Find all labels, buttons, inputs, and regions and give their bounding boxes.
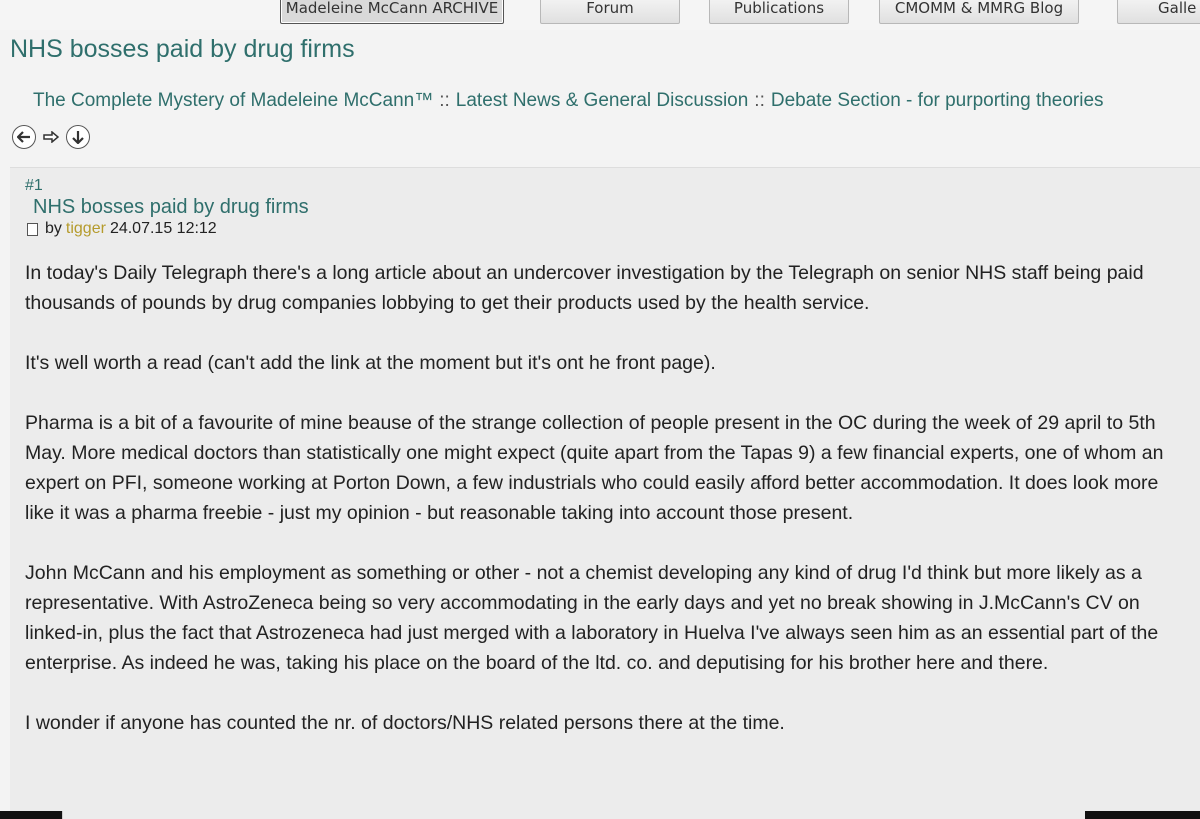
post-paragraph: I wonder if anyone has counted the nr. o… xyxy=(25,712,785,734)
post-number-link[interactable]: #1 xyxy=(25,177,43,195)
nav-forum-button[interactable]: Forum xyxy=(540,0,680,24)
bottom-bar-middle xyxy=(62,811,1086,819)
arrow-left-icon[interactable] xyxy=(12,125,36,149)
nav-archive-button[interactable]: Madeleine McCann ARCHIVE xyxy=(280,0,504,24)
post-date: 24.07.15 12:12 xyxy=(109,220,217,237)
bottom-bar-left xyxy=(0,811,62,819)
breadcrumb-forum-link[interactable]: The Complete Mystery of Madeleine McCann… xyxy=(33,90,433,111)
page-title: NHS bosses paid by drug firms xyxy=(10,35,355,63)
breadcrumb-separator: :: xyxy=(754,90,765,111)
post-by-label: by xyxy=(45,220,62,237)
post-body: In today's Daily Telegraph there's a lon… xyxy=(25,258,1175,768)
post-paragraph: It's well worth a read (can't add the li… xyxy=(25,352,716,374)
post-author-link[interactable]: tigger xyxy=(66,220,106,238)
post-title[interactable]: NHS bosses paid by drug firms xyxy=(33,196,309,219)
breadcrumb: The Complete Mystery of Madeleine McCann… xyxy=(33,90,1104,112)
top-navigation: Madeleine McCann ARCHIVE Forum Publicati… xyxy=(0,0,1200,30)
post-meta: by tigger 24.07.15 12:12 xyxy=(27,220,217,238)
post-paragraph: In today's Daily Telegraph there's a lon… xyxy=(25,262,1144,314)
post-paragraph: Pharma is a bit of a favourite of mine b… xyxy=(25,412,1164,524)
nav-publications-button[interactable]: Publications xyxy=(709,0,849,24)
breadcrumb-section-link[interactable]: Debate Section - for purporting theories xyxy=(771,90,1104,111)
arrow-down-icon[interactable] xyxy=(66,125,90,149)
forum-post: #1 NHS bosses paid by drug firms by tigg… xyxy=(10,167,1200,819)
bottom-bar-right xyxy=(1085,811,1200,819)
topic-navigation xyxy=(12,124,90,150)
breadcrumb-category-link[interactable]: Latest News & General Discussion xyxy=(456,90,749,111)
nav-gallery-button[interactable]: Galle xyxy=(1117,0,1200,24)
post-paragraph: John McCann and his employment as someth… xyxy=(25,562,1159,674)
breadcrumb-separator: :: xyxy=(439,90,450,111)
nav-blog-button[interactable]: CMOMM & MMRG Blog xyxy=(879,0,1079,24)
post-document-icon xyxy=(27,222,38,236)
arrow-right-icon[interactable] xyxy=(40,125,62,149)
forum-page: Madeleine McCann ARCHIVE Forum Publicati… xyxy=(0,0,1200,819)
